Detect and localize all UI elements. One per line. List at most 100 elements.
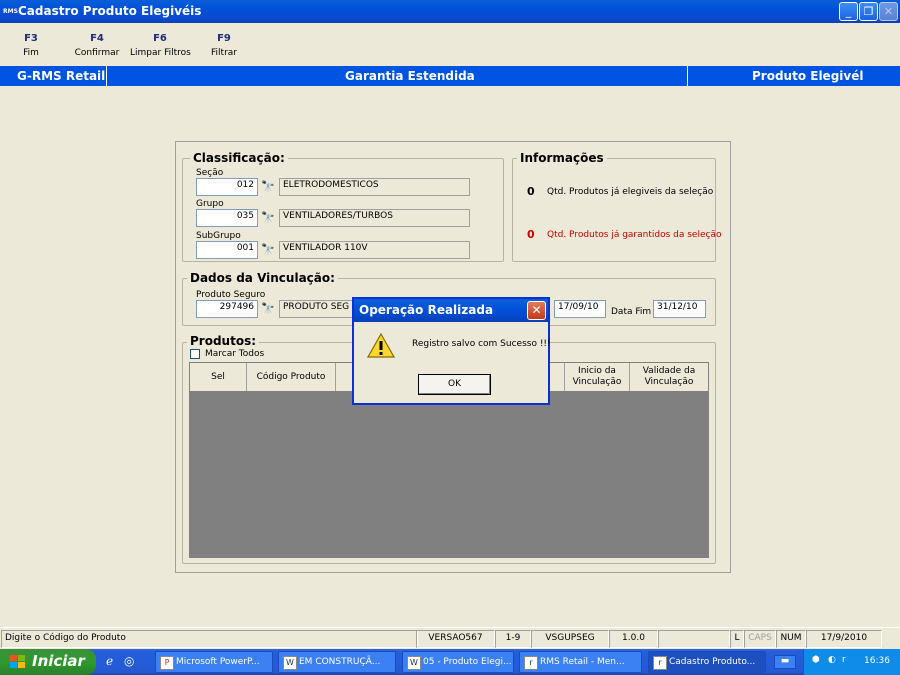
f9-key: F9 [217, 33, 231, 44]
dialog-message: Registro salvo com Sucesso !!! [412, 339, 551, 349]
app-icon: RMS [3, 8, 18, 15]
marcar-todos-label: Marcar Todos [205, 349, 265, 359]
f4-key: F4 [90, 33, 104, 44]
secao-label: Seção [196, 168, 224, 178]
f3-label: Fim [23, 48, 39, 58]
task-cadastro-produto[interactable]: r Cadastro Produto... [648, 651, 766, 673]
grupo-search-icon[interactable]: 🔭 [260, 211, 276, 225]
task-label: 05 - Produto Elegi... [423, 657, 512, 667]
subgrupo-description: VENTILADOR 110V [279, 241, 470, 259]
elegiveis-text: Qtd. Produtos já elegiveis da seleção [547, 187, 714, 197]
secao-code-input[interactable]: 012 [196, 178, 258, 196]
word-icon: W [407, 656, 421, 670]
informacoes-group [512, 158, 716, 262]
maximize-button[interactable]: ❐ [859, 2, 878, 21]
clock: 16:36 [864, 656, 890, 666]
status-l: L [730, 630, 744, 648]
produtos-title: Produtos: [187, 334, 260, 348]
f3-fim-button[interactable]: F3 Fim [14, 33, 48, 58]
windows-flag-icon [10, 655, 25, 668]
rms-icon: r [524, 656, 538, 670]
status-range: 1-9 [495, 630, 531, 648]
produto-search-icon[interactable]: 🔭 [260, 302, 276, 316]
f3-key: F3 [24, 33, 38, 44]
taskbar: Iniciar ℯ ◎ P Microsoft PowerP... W EM CON… [0, 649, 900, 675]
network-icon[interactable]: ⬢ [812, 655, 820, 665]
data-fim-input[interactable]: 31/12/10 [653, 300, 706, 318]
system-tray: ⬢ ◐ r 16:36 [803, 649, 900, 675]
show-desktop-icon[interactable]: ▬ [774, 655, 796, 669]
window-title: Cadastro Produto Elegivéis [18, 4, 202, 18]
task-label: Microsoft PowerP... [176, 657, 260, 667]
produto-seguro-label: Produto Seguro [196, 290, 266, 300]
col-sel[interactable]: Sel [190, 363, 247, 391]
col-inicio-vinculacao[interactable]: Inicio da Vinculação [565, 363, 630, 391]
task-em-construcao[interactable]: W EM CONSTRUÇÃ... [278, 651, 396, 673]
rms-icon: r [653, 656, 667, 670]
data-inicio-input[interactable]: 17/09/10 [554, 300, 606, 318]
ok-button[interactable]: OK [418, 374, 491, 395]
shield-icon[interactable]: ◐ [828, 655, 836, 665]
browser-quicklaunch-icon[interactable]: ◎ [124, 654, 134, 668]
task-label: EM CONSTRUÇÃ... [299, 657, 381, 667]
status-date: 17/9/2010 [806, 630, 882, 648]
task-rms-retail[interactable]: r RMS Retail - Men... [519, 651, 642, 673]
garantidos-text: Qtd. Produtos já garantidos da seleção [547, 230, 722, 240]
module-header: G-RMS Retail Garantia Estendida Produto … [0, 66, 900, 86]
status-versao: VERSAO567 [416, 630, 495, 648]
f4-label: Confirmar [74, 48, 120, 58]
window-titlebar[interactable]: RMS Cadastro Produto Elegivéis _ ❐ ✕ [0, 0, 900, 23]
produto-seguro-description: PRODUTO SEG [279, 300, 359, 318]
status-caps: CAPS [744, 630, 776, 648]
subgrupo-label: SubGrupo [196, 231, 241, 241]
ie-quicklaunch-icon[interactable]: ℯ [106, 654, 113, 668]
produto-seguro-code-input[interactable]: 297496 [196, 300, 258, 318]
dialog-title: Operação Realizada [359, 303, 494, 317]
elegiveis-count: 0 [527, 185, 535, 198]
operacao-realizada-dialog: Operação Realizada ✕ Registro salvo com … [352, 297, 551, 405]
header-system: G-RMS Retail [17, 69, 106, 83]
informacoes-title: Informações [517, 151, 607, 165]
rms-tray-icon[interactable]: r [842, 655, 846, 665]
warning-icon [366, 332, 396, 359]
status-hint: Digite o Código do Produto [1, 630, 418, 648]
status-version: 1.0.0 [609, 630, 658, 648]
task-label: Cadastro Produto... [669, 657, 756, 667]
status-bar: Digite o Código do Produto VERSAO567 1-9… [0, 627, 900, 648]
f4-confirmar-button[interactable]: F4 Confirmar [72, 33, 122, 58]
f6-label: Limpar Filtros [130, 48, 191, 58]
minimize-button[interactable]: _ [839, 2, 858, 21]
garantidos-count: 0 [527, 228, 535, 241]
dialog-close-button[interactable]: ✕ [527, 301, 546, 320]
marcar-todos-checkbox[interactable] [190, 349, 200, 359]
f9-label: Filtrar [211, 48, 237, 58]
subgrupo-code-input[interactable]: 001 [196, 241, 258, 259]
task-powerpoint[interactable]: P Microsoft PowerP... [155, 651, 273, 673]
f6-limpar-filtros-button[interactable]: F6 Limpar Filtros [130, 33, 191, 58]
grupo-code-input[interactable]: 035 [196, 209, 258, 227]
word-icon: W [283, 656, 297, 670]
start-button[interactable]: Iniciar [0, 649, 96, 675]
header-screen: Produto Elegivél [752, 69, 864, 83]
task-label: RMS Retail - Men... [540, 657, 625, 667]
status-module: VSGUPSEG [531, 630, 609, 648]
dialog-titlebar[interactable]: Operação Realizada ✕ [354, 299, 548, 322]
f6-key: F6 [153, 33, 167, 44]
grupo-description: VENTILADORES/TURBOS [279, 209, 470, 227]
subgrupo-search-icon[interactable]: 🔭 [260, 243, 276, 257]
powerpoint-icon: P [160, 656, 174, 670]
classificacao-title: Classificação: [190, 151, 288, 165]
data-fim-label: Data Fim [611, 307, 652, 317]
col-codigo-produto[interactable]: Código Produto [247, 363, 336, 391]
f9-filtrar-button[interactable]: F9 Filtrar [204, 33, 244, 58]
header-module: Garantia Estendida [345, 69, 475, 83]
secao-description: ELETRODOMESTICOS [279, 178, 470, 196]
close-button[interactable]: ✕ [879, 2, 898, 21]
col-validade-vinculacao[interactable]: Validade da Vinculação [630, 363, 708, 391]
secao-search-icon[interactable]: 🔭 [260, 180, 276, 194]
grupo-label: Grupo [196, 199, 224, 209]
task-produto-elegivel[interactable]: W 05 - Produto Elegi... [402, 651, 514, 673]
vinculacao-title: Dados da Vinculação: [187, 271, 338, 285]
status-num: NUM [776, 630, 806, 648]
start-label: Iniciar [32, 652, 85, 670]
